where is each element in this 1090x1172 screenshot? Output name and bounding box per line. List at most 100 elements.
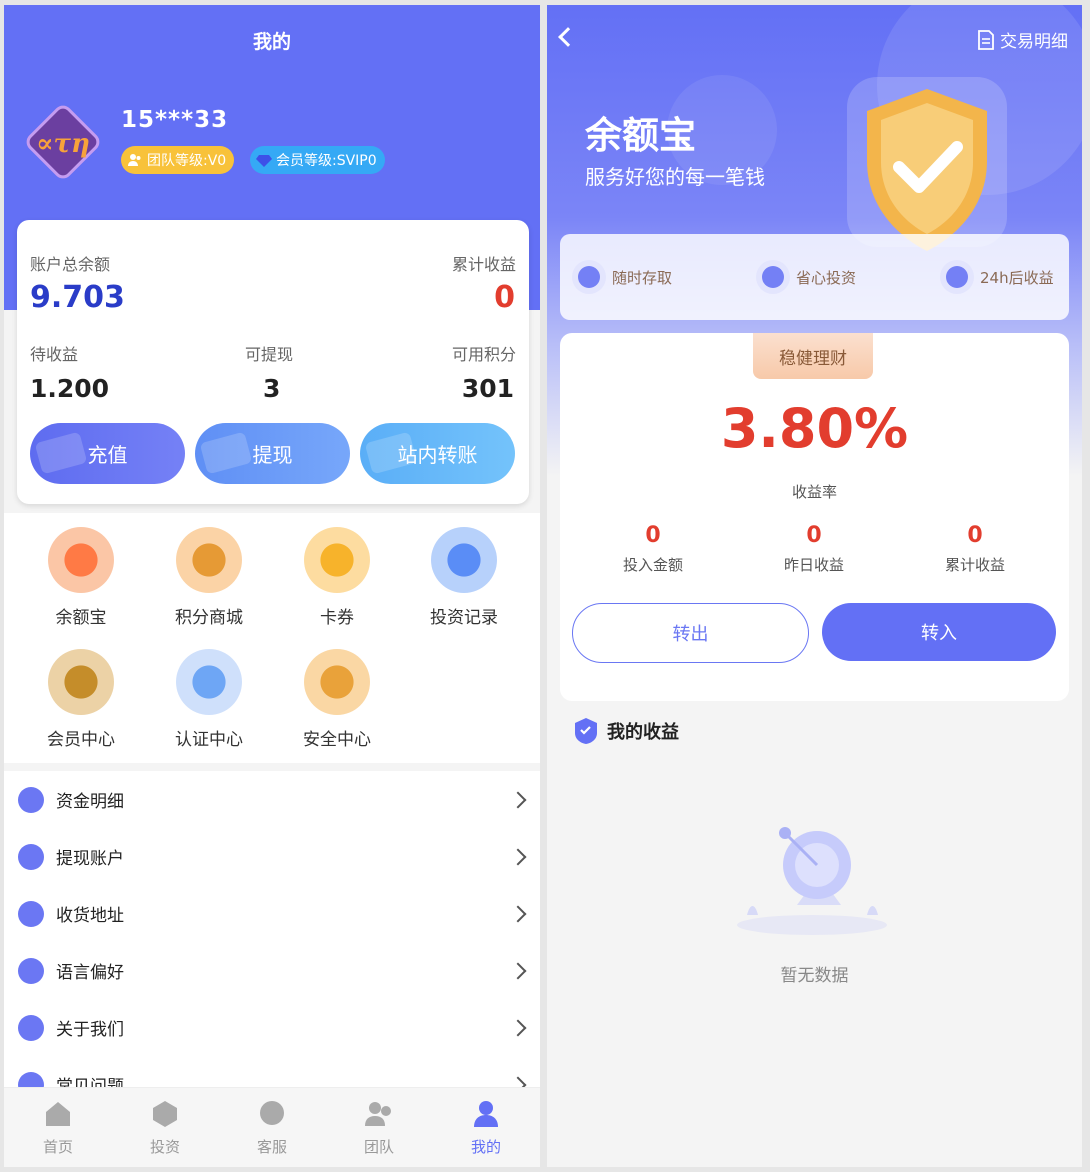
tab-mine[interactable]: 我的 (446, 1098, 526, 1157)
feature-label: 24h后收益 (980, 268, 1054, 287)
yield-card: 稳健理财 3.80% 收益率 0 投入金额 0 昨日收益 0 累计收益 转出 转入 (560, 333, 1069, 701)
tab-label: 投资 (149, 1138, 180, 1156)
stat-invested: 0 投入金额 (588, 523, 718, 575)
money-bag-icon (48, 527, 114, 593)
bottom-tab-bar: 首页 投资 客服 团队 我的 (4, 1087, 540, 1167)
recharge-label: 充值 (87, 443, 128, 467)
info-book-icon (18, 1014, 44, 1041)
card-icon (18, 843, 44, 870)
menu-label: 资金明细 (56, 792, 124, 812)
grid-label: 投资记录 (430, 608, 498, 628)
grid-item-security-center[interactable]: 安全中心 (287, 649, 387, 750)
grid-label: 卡券 (320, 608, 354, 628)
cumulative-income-label: 累计收益 (451, 255, 516, 274)
team-icon (128, 154, 141, 166)
my-income-header: 我的收益 (573, 717, 679, 745)
username: 15***33 (121, 107, 229, 133)
withdrawable-label: 可提现 (245, 345, 294, 364)
account-card: 账户总余额 9.703 累计收益 0 待收益 1.200 可提现 3 可用积分 … (17, 220, 529, 504)
vip-crown-icon (48, 649, 114, 715)
feature-strip: 随时存取 省心投资 24h后收益 (560, 234, 1069, 320)
team-level-badge: 团队等级:V0 (121, 146, 235, 174)
withdraw-button[interactable]: 提现 (195, 423, 350, 484)
stat-value: 0 (967, 523, 983, 548)
tab-invest[interactable]: 投资 (125, 1098, 205, 1157)
stat-label: 累计收益 (944, 556, 1005, 574)
team-level-text: 团队等级:V0 (147, 153, 227, 169)
member-level-text: 会员等级:SVIP0 (276, 153, 377, 169)
home-icon (46, 1102, 70, 1126)
chevron-right-icon (509, 905, 527, 922)
medal-icon (940, 260, 974, 294)
diamond-icon (256, 155, 272, 167)
satellite-dish-icon (737, 827, 887, 935)
member-level-badge: 会员等级:SVIP0 (250, 146, 385, 174)
svg-text:∝τη: ∝τη (36, 129, 90, 159)
feature-24h-income: 24h后收益 (940, 260, 1054, 294)
ticket-icon (304, 527, 370, 593)
feature-easy-invest: 省心投资 (756, 260, 856, 294)
verified-user-icon (176, 649, 242, 715)
chevron-right-icon (509, 791, 527, 808)
transaction-detail-link[interactable]: 交易明细 (977, 27, 1068, 52)
stat-label: 昨日收益 (783, 556, 844, 574)
ribbon-badge: 稳健理财 (753, 333, 873, 379)
feature-label: 省心投资 (796, 268, 857, 287)
pending-value: 1.200 (30, 374, 110, 403)
menu-item-withdraw-account[interactable]: 提现账户 (4, 828, 540, 885)
fund-icon (18, 786, 44, 813)
lock-icon (304, 649, 370, 715)
hero-title: 余额宝 (585, 114, 696, 157)
grid-item-investment-records[interactable]: 投资记录 (414, 527, 514, 628)
transaction-detail-label: 交易明细 (1000, 32, 1068, 52)
transfer-button[interactable]: 站内转账 (360, 423, 515, 484)
tab-label: 首页 (42, 1138, 73, 1156)
menu-item-fund-details[interactable]: 资金明细 (4, 771, 540, 828)
settings-menu: 资金明细 提现账户 收货地址 语言偏好 关于我们 常见问题 (4, 771, 540, 1101)
menu-item-language[interactable]: 语言偏好 (4, 942, 540, 999)
invest-icon (153, 1101, 177, 1127)
menu-item-about-us[interactable]: 关于我们 (4, 999, 540, 1056)
menu-label: 语言偏好 (56, 963, 124, 983)
grid-item-coupons[interactable]: 卡券 (287, 527, 387, 628)
grid-item-verification-center[interactable]: 认证中心 (159, 649, 259, 750)
tab-team[interactable]: 团队 (339, 1098, 419, 1157)
stat-label: 投入金额 (622, 556, 683, 574)
chevron-right-icon (509, 848, 527, 865)
tab-label: 我的 (470, 1138, 501, 1156)
yield-rate-label: 收益率 (791, 483, 837, 501)
transfer-label: 站内转账 (397, 443, 478, 467)
grid-item-points-mall[interactable]: 积分商城 (159, 527, 259, 628)
tab-home[interactable]: 首页 (18, 1098, 98, 1157)
recharge-button[interactable]: 充值 (30, 423, 185, 484)
grid-label: 认证中心 (175, 730, 243, 750)
cumulative-income-value: 0 (494, 280, 515, 315)
transfer-in-button[interactable]: 转入 (822, 603, 1056, 661)
withdraw-label: 提现 (252, 443, 293, 467)
user-icon (474, 1101, 498, 1127)
menu-item-shipping-address[interactable]: 收货地址 (4, 885, 540, 942)
income-badge-icon (575, 718, 597, 744)
points-value: 301 (461, 374, 514, 403)
empty-state-text: 暂无数据 (780, 966, 849, 986)
document-icon (978, 29, 994, 50)
stat-yesterday: 0 昨日收益 (749, 523, 879, 575)
tab-customer-service[interactable]: 客服 (232, 1098, 312, 1157)
grid-item-member-center[interactable]: 会员中心 (31, 649, 131, 750)
points-label: 可用积分 (451, 345, 516, 364)
team-tab-icon (365, 1102, 391, 1126)
transfer-out-button[interactable]: 转出 (572, 603, 809, 663)
menu-label: 关于我们 (56, 1020, 124, 1040)
avatar[interactable]: ∝τη (18, 97, 108, 187)
menu-label: 提现账户 (56, 849, 124, 869)
tab-label: 客服 (256, 1138, 287, 1156)
chevron-right-icon (509, 1019, 527, 1036)
withdrawable-value: 3 (263, 374, 281, 403)
feature-grid: 余额宝 积分商城 卡券 投资记录 会员中心 认证中心 安全中心 (4, 513, 540, 763)
feature-flexible: 随时存取 (572, 260, 672, 294)
grid-item-yuebao[interactable]: 余额宝 (31, 527, 131, 628)
clipboard-icon (431, 527, 497, 593)
chevron-right-icon (509, 962, 527, 979)
yield-rate: 3.80% (720, 397, 909, 460)
yuebao-screen: 交易明细 余额宝 服务好您的每一笔钱 随时存取 省心投资 24h后收益 稳健理财… (547, 5, 1082, 1167)
